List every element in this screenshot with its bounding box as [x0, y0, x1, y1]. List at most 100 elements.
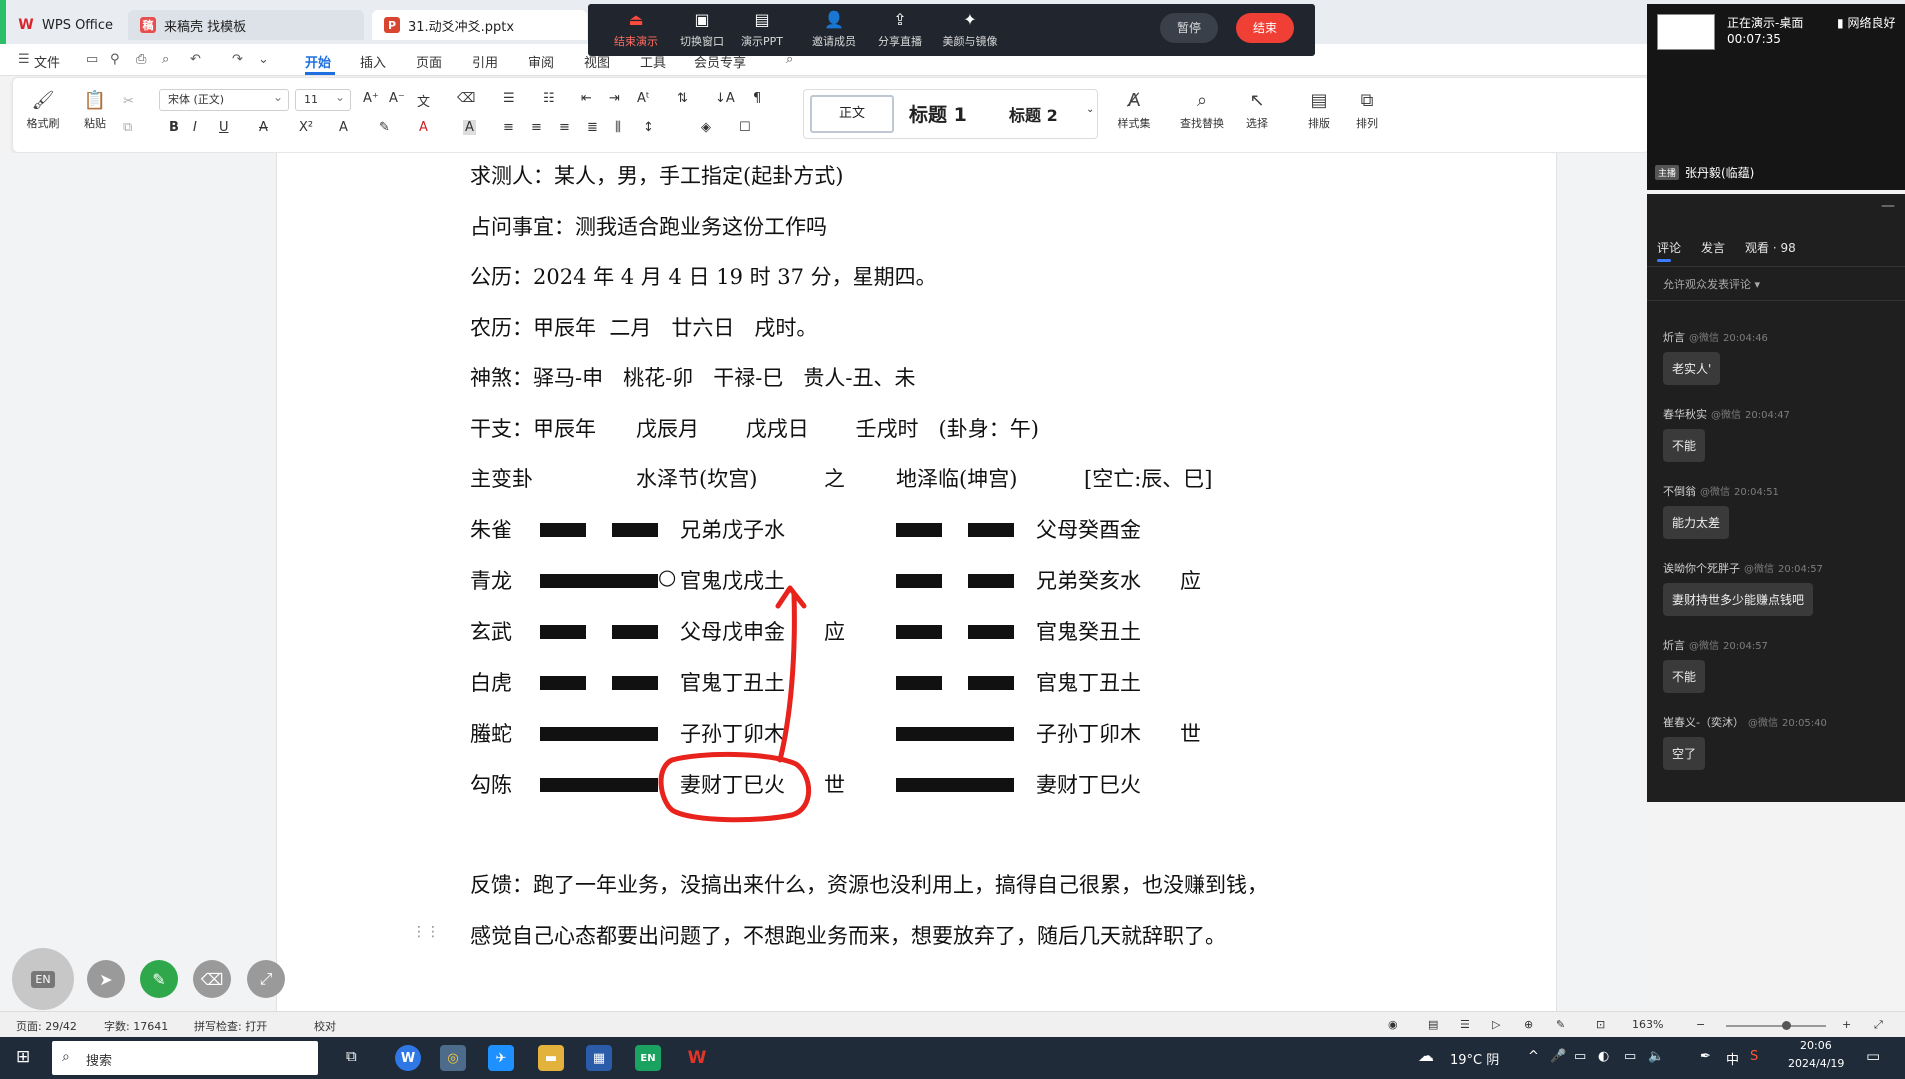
- eraser-tool-button[interactable]: ⌫: [193, 960, 231, 998]
- comment-bubble: 老实人': [1663, 352, 1721, 385]
- host-badge: 主播: [1655, 165, 1680, 180]
- live-status: 正在演示-桌面: [1727, 16, 1804, 30]
- search-icon: ⌕: [62, 1049, 70, 1065]
- divider: [1647, 300, 1905, 301]
- comment-time: 20:04:46: [1723, 333, 1768, 344]
- zoom-out-icon[interactable]: −: [1696, 1018, 1705, 1031]
- status-proofread[interactable]: 校对: [314, 1018, 336, 1034]
- comment-meta: 炘言 @微信 20:04:46: [1663, 329, 1768, 345]
- status-spell-check[interactable]: 拼写检查: 打开: [194, 1018, 267, 1034]
- comment-source: @微信: [1747, 718, 1778, 729]
- comment-time: 20:04:51: [1734, 487, 1779, 498]
- clock-date[interactable]: 2024/4/19: [1788, 1057, 1844, 1070]
- app-browser-icon[interactable]: ◎: [440, 1045, 466, 1071]
- cursor-icon: ➤: [99, 969, 113, 989]
- fullscreen-icon[interactable]: ⤢: [1874, 1018, 1883, 1032]
- comment-source: @微信: [1744, 564, 1774, 575]
- live-video-panel: 正在演示-桌面 00:07:35 ▮ 网络良好 主播 张丹毅(临蕴): [1647, 4, 1905, 190]
- app-w-icon[interactable]: W: [395, 1045, 421, 1071]
- windows-taskbar: ⊞ ⌕ 搜索 ⧉ W ◎ ✈ ▬ ▦ EN W ☁ 19°C 阴 ^ 🎤 ▭ ◐…: [0, 1037, 1905, 1079]
- chat-tab-viewers[interactable]: 观看 · 98: [1745, 239, 1796, 256]
- comment-user[interactable]: 崔春义-（奕沐）: [1663, 716, 1744, 729]
- wps-taskbar-icon[interactable]: W: [684, 1045, 710, 1071]
- comment-meta: 春华秋实 @微信 20:04:47: [1663, 406, 1790, 422]
- status-page[interactable]: 页面: 29/42: [16, 1018, 77, 1034]
- notification-icon[interactable]: ▭: [1866, 1047, 1880, 1065]
- comment-bubble: 空了: [1663, 737, 1706, 770]
- pen-icon: ✎: [152, 969, 166, 989]
- comment-bubble: 能力太差: [1663, 506, 1730, 539]
- taskbar-search[interactable]: ⌕ 搜索: [52, 1041, 318, 1075]
- minimize-icon[interactable]: —: [1881, 198, 1895, 214]
- comment-time: 20:05:40: [1781, 718, 1827, 729]
- comment-time: 20:04:57: [1778, 564, 1823, 575]
- host-name: 张丹毅(临蕴): [1685, 166, 1755, 180]
- page-view-icon[interactable]: ▤: [1428, 1018, 1438, 1031]
- comment-user[interactable]: 炘言: [1663, 331, 1685, 344]
- task-view-icon[interactable]: ⧉: [346, 1047, 357, 1065]
- chat-tab-comments[interactable]: 评论: [1657, 239, 1681, 256]
- zoom-in-icon[interactable]: +: [1842, 1018, 1851, 1031]
- allow-comments-select[interactable]: 允许观众发表评论 ▾: [1663, 276, 1760, 292]
- fit-page-icon[interactable]: ⊡: [1596, 1018, 1605, 1031]
- mic-icon[interactable]: 🎤: [1550, 1049, 1566, 1064]
- windows-start-icon[interactable]: ⊞: [16, 1047, 30, 1067]
- sogou-icon[interactable]: S: [1750, 1049, 1758, 1064]
- ime-mode[interactable]: 中: [1726, 1049, 1739, 1068]
- search-placeholder: 搜索: [86, 1054, 113, 1069]
- pen-tray-icon[interactable]: ✒: [1700, 1049, 1711, 1064]
- comment-meta: 炘言 @微信 20:04:57: [1663, 637, 1768, 653]
- annotation-circle: [658, 751, 811, 823]
- zoom-level[interactable]: 163%: [1632, 1018, 1663, 1031]
- volume-icon[interactable]: 🔈: [1648, 1049, 1664, 1064]
- dropdown-icon: ▾: [1754, 278, 1761, 291]
- screen-icon[interactable]: ▭: [1574, 1049, 1586, 1064]
- network-icon[interactable]: ▭: [1624, 1049, 1636, 1064]
- status-bar: 页面: 29/42 字数: 17641 拼写检查: 打开 校对 ◉ ▤ ☰ ▷ …: [0, 1011, 1905, 1037]
- weather-text[interactable]: 19°C 阴: [1450, 1049, 1499, 1068]
- comment-item: 崔春义-（奕沐） @微信 20:05:40 空了: [1663, 714, 1827, 770]
- ime-toggle-button[interactable]: EN: [12, 948, 74, 1010]
- edge-icon[interactable]: ◐: [1598, 1049, 1609, 1064]
- comment-time: 20:04:57: [1723, 641, 1768, 652]
- pen-tool-button[interactable]: ✎: [140, 960, 178, 998]
- comment-bubble: 不能: [1663, 429, 1706, 462]
- comment-user[interactable]: 不倒翁: [1663, 485, 1696, 498]
- app-grid-icon[interactable]: ▦: [586, 1045, 612, 1071]
- chat-tab-speak[interactable]: 发言: [1701, 239, 1725, 256]
- comment-meta: 崔春义-（奕沐） @微信 20:05:40: [1663, 714, 1827, 730]
- pointer-tool-button[interactable]: ➤: [87, 960, 125, 998]
- tray-expand-icon[interactable]: ^: [1528, 1049, 1539, 1064]
- eraser-icon: ⌫: [200, 969, 224, 989]
- comment-user[interactable]: 炘言: [1663, 639, 1685, 652]
- play-icon[interactable]: ▷: [1492, 1018, 1500, 1031]
- web-view-icon[interactable]: ⊕: [1524, 1018, 1533, 1031]
- outline-view-icon[interactable]: ☰: [1460, 1018, 1470, 1031]
- expand-tool-button[interactable]: ⤢: [247, 960, 285, 998]
- eye-protect-icon[interactable]: ◉: [1388, 1018, 1398, 1031]
- allow-comments-label: 允许观众发表评论: [1663, 278, 1751, 291]
- weather-icon: ☁: [1418, 1046, 1434, 1065]
- clock-time[interactable]: 20:06: [1800, 1039, 1832, 1052]
- app-en-icon[interactable]: EN: [635, 1045, 661, 1071]
- zoom-slider-handle[interactable]: [1782, 1021, 1791, 1030]
- screen-share-thumbnail[interactable]: [1657, 14, 1715, 50]
- status-word-count[interactable]: 字数: 17641: [104, 1018, 168, 1034]
- comment-source: @微信: [1711, 410, 1741, 421]
- comment-bubble: 不能: [1663, 660, 1706, 693]
- app-feishu-icon[interactable]: ✈: [488, 1045, 514, 1071]
- comment-item: 炘言 @微信 20:04:57 不能: [1663, 637, 1768, 693]
- comment-source: @微信: [1700, 487, 1730, 498]
- annotation-arrow: [775, 585, 807, 763]
- network-status: ▮ 网络良好: [1837, 14, 1895, 31]
- live-chat-panel: — 评论 发言 观看 · 98 允许观众发表评论 ▾ 炘言 @微信 20:04:46…: [1647, 194, 1905, 802]
- divider: [1647, 266, 1905, 267]
- file-explorer-icon[interactable]: ▬: [538, 1045, 564, 1071]
- ime-label: EN: [31, 970, 55, 988]
- expand-icon: ⤢: [259, 969, 273, 988]
- active-chat-tab-underline: [1657, 259, 1671, 262]
- comment-user[interactable]: 诶呦你个死胖子: [1663, 562, 1740, 575]
- zoom-slider[interactable]: [1726, 1025, 1826, 1027]
- write-mode-icon[interactable]: ✎: [1556, 1018, 1565, 1031]
- comment-user[interactable]: 春华秋实: [1663, 408, 1707, 421]
